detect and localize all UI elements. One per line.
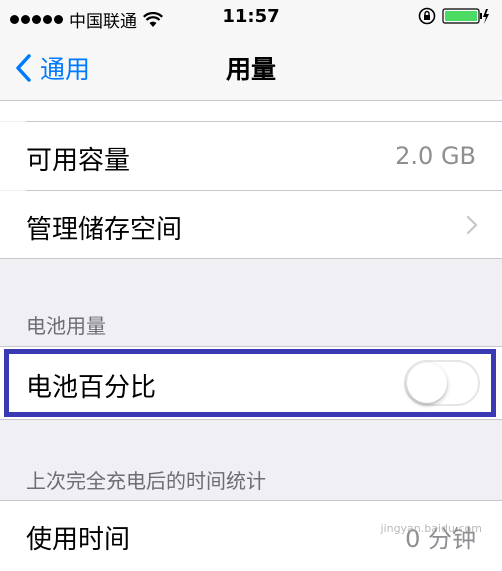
battery-usage-header: 电池用量: [26, 314, 106, 338]
watermark: jingyan.baidu.com: [380, 522, 482, 535]
list-top-strip: [0, 101, 502, 121]
manage-storage-row[interactable]: 管理储存空间: [0, 191, 502, 258]
toggle-knob: [407, 363, 447, 403]
usage-time-label: 使用时间: [26, 525, 131, 555]
battery-icon: [442, 8, 489, 24]
section-divider: [0, 258, 502, 259]
page-title: 用量: [225, 55, 276, 84]
manage-storage-label: 管理储存空间: [26, 215, 183, 245]
battery-percentage-row: 电池百分比: [0, 347, 502, 419]
battery-percentage-label: 电池百分比: [26, 373, 157, 403]
available-capacity-value: 2.0 GB: [395, 142, 476, 170]
chevron-right-icon: [466, 215, 478, 235]
rotation-lock-icon: [418, 7, 436, 25]
usage-screen: 中国联通 11:57 通用 用量 可用容量 2.0 GB 管理储存空间 电池用量…: [0, 0, 502, 571]
navigation-bar: 通用 用量: [0, 34, 502, 101]
section-divider: [0, 419, 502, 420]
usage-since-charge-header: 上次完全充电后的时间统计: [26, 469, 266, 493]
battery-percentage-toggle[interactable]: [404, 360, 480, 406]
available-capacity-row: 可用容量 2.0 GB: [0, 122, 502, 190]
usage-time-row: 使用时间 0 分钟: [0, 501, 502, 571]
status-right: [418, 7, 490, 25]
available-capacity-label: 可用容量: [26, 146, 131, 176]
status-bar: 中国联通 11:57: [0, 0, 502, 34]
